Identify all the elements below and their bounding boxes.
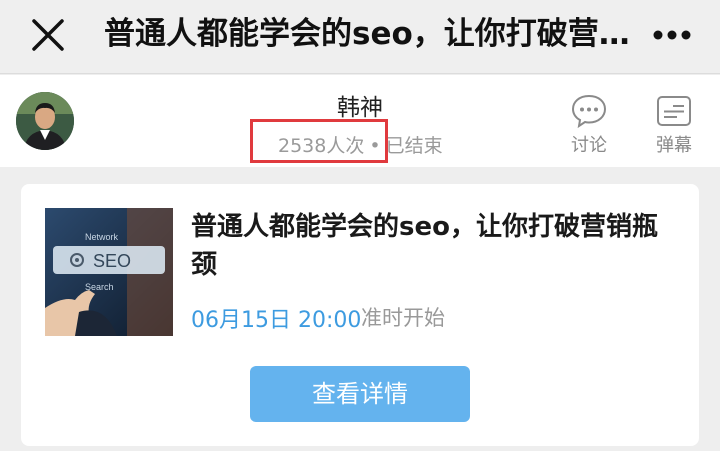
host-avatar[interactable] <box>16 92 74 150</box>
more-options-icon[interactable] <box>648 18 696 52</box>
start-note: 准时开始 <box>361 306 445 330</box>
host-name: 韩神 <box>337 95 383 121</box>
course-card: SEO Network Search 普通人都能学会的seo，让你打破营销瓶颈 … <box>21 184 699 446</box>
thumbnail-seo-text: SEO <box>93 251 131 271</box>
top-navigation-bar: 普通人都能学会的seo，让你打破营销瓶颈 <box>0 0 720 74</box>
chat-bubble-icon <box>571 94 607 129</box>
live-status: 已结束 <box>385 135 443 157</box>
danmaku-icon <box>657 96 691 126</box>
discussion-label: 讨论 <box>571 135 607 156</box>
discussion-button[interactable]: 讨论 <box>563 93 615 157</box>
view-details-button[interactable]: 查看详情 <box>250 366 470 422</box>
live-info-bar: 韩神 2538人次 • 已结束 讨论 弹幕 <box>0 75 720 167</box>
highlight-annotation-box <box>250 119 388 163</box>
course-title[interactable]: 普通人都能学会的seo，让你打破营销瓶颈 <box>191 208 681 284</box>
danmaku-label: 弹幕 <box>656 135 692 156</box>
course-thumbnail[interactable]: SEO Network Search <box>45 208 173 336</box>
page-title: 普通人都能学会的seo，让你打破营销瓶颈 <box>104 16 634 52</box>
course-time: 06月15日 20:00 <box>191 308 362 333</box>
close-icon[interactable] <box>28 15 68 55</box>
danmaku-button[interactable]: 弹幕 <box>648 93 700 157</box>
thumbnail-network-text: Network <box>85 232 119 242</box>
